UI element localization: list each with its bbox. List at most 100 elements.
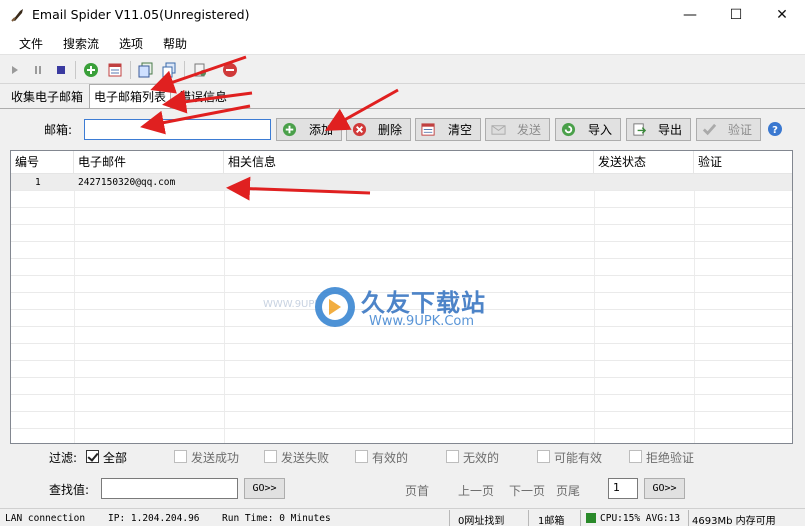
help-icon[interactable]: ? [767,121,783,137]
filter-label: 过滤: [49,451,78,465]
copy-icon [162,62,176,78]
toolbar-separator [75,61,76,79]
maximize-icon: ☐ [729,7,743,23]
close-button[interactable]: ✕ [759,0,805,30]
email-list-panel: 邮箱: 添加 删除 清空 发送 导入 导出 验证 ? 编号 电子邮件 相关信息 [0,108,805,508]
table-row [11,395,792,412]
copy-button[interactable] [160,61,178,79]
filter-sent-failed-label: 发送失败 [281,451,330,465]
maximize-button[interactable]: ☐ [713,0,759,30]
pause-button[interactable] [29,61,47,79]
table-row [11,412,792,429]
tab-email-list[interactable]: 电子邮箱列表 [89,84,172,108]
memory-available: 4693Mb 内存可用 [692,516,776,526]
table-row [11,344,792,361]
document-gear-icon [194,63,206,77]
last-page-link[interactable]: 页尾 [556,482,580,499]
table-row[interactable]: 1 2427150320@qq.com [11,174,792,191]
svg-text:?: ? [772,125,778,136]
send-button[interactable]: 发送 [485,118,550,141]
send-button-label: 发送 [516,123,541,137]
cell-email: 2427150320@qq.com [78,177,176,188]
column-header-email[interactable]: 电子邮件 [74,151,224,174]
watermark-title: 久友下载站 [361,289,486,317]
title-bar: Email Spider V11.05(Unregistered) — ☐ ✕ [0,0,805,30]
minimize-icon: — [683,7,697,23]
toolbar-separator [130,61,131,79]
new-task-button[interactable] [82,61,100,79]
export-button[interactable]: 导出 [626,118,691,141]
menu-search-flow[interactable]: 搜索流 [63,35,99,52]
email-label: 邮箱: [44,123,73,137]
document-stack-icon [138,62,153,78]
delete-button[interactable]: 删除 [346,118,411,141]
menu-bar: 文件 搜索流 选项 帮助 [0,30,805,54]
first-page-link[interactable]: 页首 [405,482,429,499]
prev-page-link[interactable]: 上一页 [458,482,494,499]
menu-file[interactable]: 文件 [19,35,43,52]
stop-button[interactable] [52,61,70,79]
cpu-indicator-icon [586,513,596,523]
filter-sent-success-label: 发送成功 [191,451,240,465]
ip-address: IP: 1.204.204.96 [108,513,200,524]
settings-button[interactable] [191,61,209,79]
cell-related-info [224,174,228,191]
open-button[interactable] [137,61,155,79]
page-number-input[interactable]: 1 [608,478,638,499]
cell-number: 1 [35,177,41,188]
clear-table-icon [420,123,435,136]
window-title: Email Spider V11.05(Unregistered) [32,7,250,22]
filter-sent-success-checkbox[interactable] [174,450,187,463]
filter-row: 过滤: 全部 发送成功 发送失败 有效的 无效的 可能有效 拒绝验证 [0,446,805,468]
stop-icon [57,66,65,74]
play-button[interactable] [6,61,24,79]
tab-collect-emails[interactable]: 收集电子邮箱 [7,87,87,108]
add-button[interactable]: 添加 [276,118,342,141]
email-input[interactable] [84,119,271,140]
verify-check-icon [702,123,716,136]
status-divider [449,510,450,526]
filter-rejected-label: 拒绝验证 [646,451,695,465]
clear-button[interactable]: 清空 [415,118,481,141]
connection-status: LAN connection [5,513,86,524]
column-header-verify[interactable]: 验证 [694,151,792,174]
filter-valid-checkbox[interactable] [355,450,368,463]
export-button-label: 导出 [657,123,682,137]
close-icon: ✕ [776,7,788,23]
task-list-button[interactable] [106,61,124,79]
delete-button-label: 删除 [377,123,402,137]
filter-rejected-checkbox[interactable] [629,450,642,463]
page-go-button[interactable]: GO>> [644,478,685,499]
toolbar [0,54,805,84]
filter-maybe-valid-checkbox[interactable] [537,450,550,463]
filter-sent-failed-checkbox[interactable] [264,450,277,463]
menu-options[interactable]: 选项 [119,35,143,52]
column-header-number[interactable]: 编号 [11,151,74,174]
email-count: 1邮箱 [538,516,565,526]
status-divider [528,510,529,526]
minimize-button[interactable]: — [667,0,713,30]
pause-icon [35,66,41,74]
table-row [11,361,792,378]
import-button[interactable]: 导入 [555,118,621,141]
filter-valid-label: 有效的 [372,451,409,465]
column-header-send-status[interactable]: 发送状态 [594,151,694,174]
filter-invalid-checkbox[interactable] [446,450,459,463]
watermark-logo-icon [315,287,355,327]
filter-invalid-label: 无效的 [463,451,500,465]
email-table[interactable]: 编号 电子邮件 相关信息 发送状态 验证 1 2427150320@qq.com [10,150,793,444]
search-row: 查找值: GO>> 页首 上一页 下一页 页尾 1 GO>> [0,477,805,501]
menu-help[interactable]: 帮助 [163,35,187,52]
verify-button[interactable]: 验证 [696,118,761,141]
search-go-button[interactable]: GO>> [244,478,285,499]
table-row [11,191,792,208]
exit-button[interactable] [221,61,239,79]
toolbar-separator [184,61,185,79]
column-header-related-info[interactable]: 相关信息 [224,151,594,174]
filter-all-checkbox[interactable] [86,450,99,463]
search-input[interactable] [101,478,238,499]
tab-error-info[interactable]: 错误信息 [175,87,231,108]
spider-app-icon [11,9,23,22]
next-page-link[interactable]: 下一页 [509,482,545,499]
status-bar: LAN connection IP: 1.204.204.96 Run Time… [0,508,805,526]
